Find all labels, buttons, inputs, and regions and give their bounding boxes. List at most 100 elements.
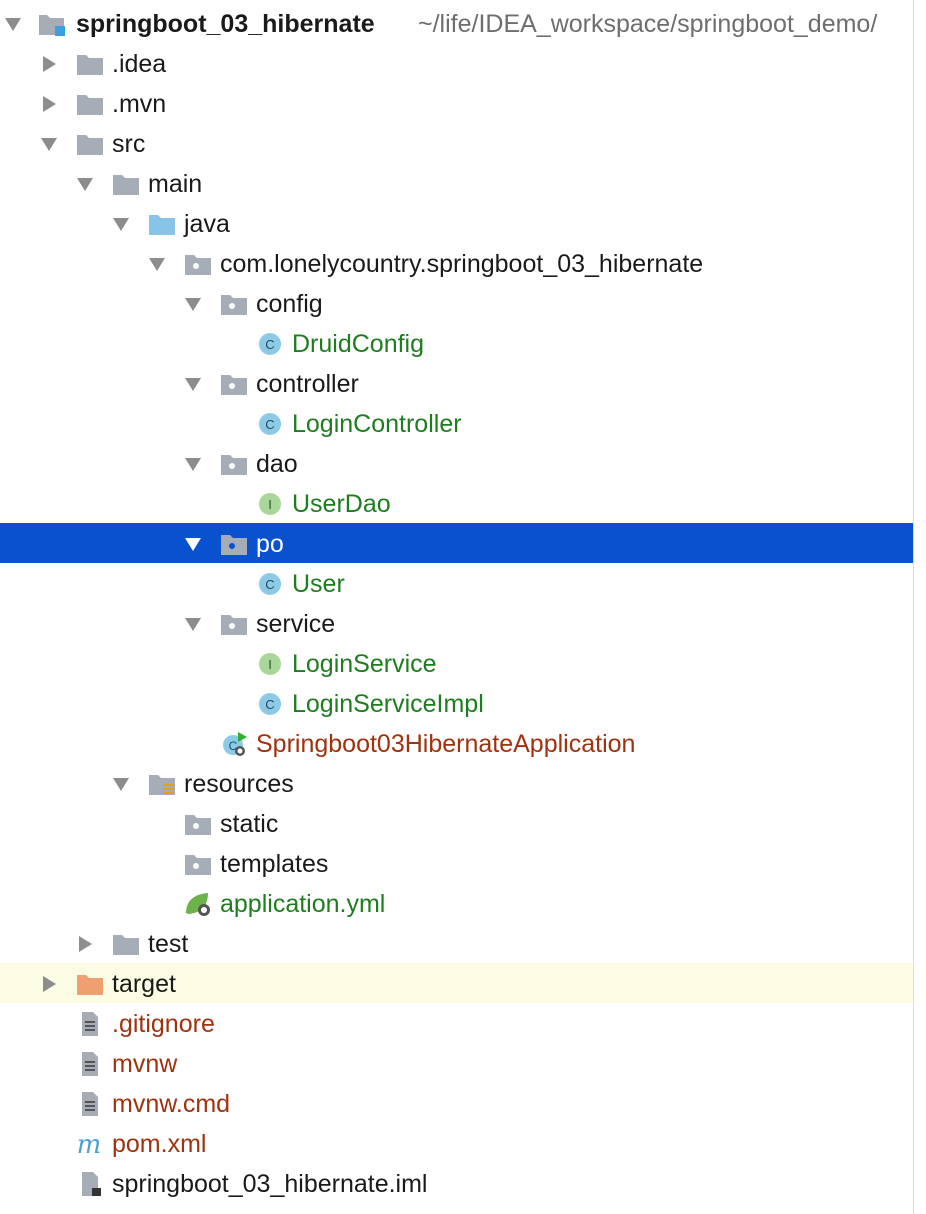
- text-file-icon: [76, 1011, 104, 1037]
- expand-arrow-icon[interactable]: [184, 455, 202, 473]
- class-icon: C: [256, 331, 284, 357]
- expand-arrow-icon[interactable]: [184, 375, 202, 393]
- tree-row-root-package[interactable]: com.lonelycountry.springboot_03_hibernat…: [0, 243, 913, 283]
- collapsed-arrow-icon[interactable]: [40, 975, 58, 993]
- tree-row-userdao[interactable]: I UserDao: [0, 483, 913, 523]
- tree-row-controller[interactable]: controller: [0, 363, 913, 403]
- excluded-folder-icon: [76, 971, 104, 997]
- tree-label: target: [112, 970, 176, 998]
- tree-row-idea[interactable]: .idea: [0, 43, 913, 83]
- tree-row-src[interactable]: src: [0, 123, 913, 163]
- text-file-icon: [76, 1051, 104, 1077]
- tree-label: test: [148, 930, 189, 958]
- tree-label: com.lonelycountry.springboot_03_hibernat…: [220, 250, 704, 278]
- package-icon: [220, 371, 248, 397]
- collapsed-arrow-icon[interactable]: [76, 935, 94, 953]
- tree-row-test[interactable]: test: [0, 923, 913, 963]
- tree-row-pom[interactable]: m pom.xml: [0, 1123, 913, 1163]
- tree-row-mvn[interactable]: .mvn: [0, 83, 913, 123]
- tree-row-application-class[interactable]: C Springboot03HibernateApplication: [0, 723, 913, 763]
- expand-arrow-icon[interactable]: [4, 15, 22, 33]
- svg-text:I: I: [268, 497, 272, 512]
- tree-row-mvnw[interactable]: mvnw: [0, 1043, 913, 1083]
- expand-arrow-icon[interactable]: [112, 775, 130, 793]
- package-icon: [184, 811, 212, 837]
- tree-row-dao[interactable]: dao: [0, 443, 913, 483]
- folder-icon: [112, 171, 140, 197]
- tree-row-gitignore[interactable]: .gitignore: [0, 1003, 913, 1043]
- tree-row-config[interactable]: config: [0, 283, 913, 323]
- tree-row-mvnw-cmd[interactable]: mvnw.cmd: [0, 1083, 913, 1123]
- folder-icon: [112, 931, 140, 957]
- svg-text:C: C: [265, 577, 274, 592]
- expand-arrow-icon[interactable]: [112, 215, 130, 233]
- source-folder-icon: [148, 211, 176, 237]
- project-tree: springboot_03_hibernate ~/life/IDEA_work…: [0, 0, 926, 1214]
- tree-label: application.yml: [220, 890, 386, 918]
- tree-row-logincontroller[interactable]: C LoginController: [0, 403, 913, 443]
- svg-text:I: I: [268, 657, 272, 672]
- interface-icon: I: [256, 491, 284, 517]
- tree-label: LoginServiceImpl: [292, 690, 484, 718]
- tree-label: resources: [184, 770, 294, 798]
- class-icon: C: [256, 691, 284, 717]
- expand-arrow-icon[interactable]: [184, 535, 202, 553]
- tree-label: UserDao: [292, 490, 391, 518]
- package-icon: [220, 531, 248, 557]
- tree-label: User: [292, 570, 345, 598]
- tree-row-static[interactable]: static: [0, 803, 913, 843]
- folder-icon: [76, 91, 104, 117]
- tree-row-main[interactable]: main: [0, 163, 913, 203]
- spring-config-icon: [184, 891, 212, 917]
- tree-label: .idea: [112, 50, 167, 78]
- svg-text:m: m: [77, 1131, 102, 1157]
- module-folder-icon: [38, 11, 66, 37]
- class-icon: C: [256, 571, 284, 597]
- tree-row-resources[interactable]: resources: [0, 763, 913, 803]
- collapsed-arrow-icon[interactable]: [40, 55, 58, 73]
- tree-row-druidconfig[interactable]: C DruidConfig: [0, 323, 913, 363]
- svg-text:C: C: [265, 417, 274, 432]
- tree-label: main: [148, 170, 203, 198]
- tree-label: mvnw.cmd: [112, 1090, 231, 1118]
- tree-row-loginserviceimpl[interactable]: C LoginServiceImpl: [0, 683, 913, 723]
- expand-arrow-icon[interactable]: [148, 255, 166, 273]
- package-icon: [220, 451, 248, 477]
- tree-row-templates[interactable]: templates: [0, 843, 913, 883]
- tree-label: .mvn: [112, 90, 167, 118]
- package-icon: [220, 291, 248, 317]
- iml-file-icon: [76, 1171, 104, 1197]
- tree-label: LoginController: [292, 410, 462, 438]
- tree-label: java: [184, 210, 230, 238]
- package-icon: [220, 611, 248, 637]
- expand-arrow-icon[interactable]: [184, 615, 202, 633]
- class-icon: C: [256, 411, 284, 437]
- project-name: springboot_03_hibernate: [76, 10, 375, 38]
- expand-arrow-icon[interactable]: [76, 175, 94, 193]
- svg-text:C: C: [265, 697, 274, 712]
- tree-row-application-yml[interactable]: application.yml: [0, 883, 913, 923]
- tree-label: LoginService: [292, 650, 437, 678]
- tree-label: service: [256, 610, 336, 638]
- tree-label: po: [256, 530, 284, 558]
- tree-label: mvnw: [112, 1050, 178, 1078]
- tree-label: Springboot03HibernateApplication: [256, 730, 636, 758]
- tree-row-loginservice[interactable]: I LoginService: [0, 643, 913, 683]
- tree-row-iml[interactable]: springboot_03_hibernate.iml: [0, 1163, 913, 1203]
- tree-row-project-root[interactable]: springboot_03_hibernate ~/life/IDEA_work…: [0, 3, 913, 43]
- tree-label: controller: [256, 370, 359, 398]
- tree-row-service[interactable]: service: [0, 603, 913, 643]
- tree-row-user[interactable]: C User: [0, 563, 913, 603]
- collapsed-arrow-icon[interactable]: [40, 95, 58, 113]
- tree-row-po[interactable]: po: [0, 523, 913, 563]
- folder-icon: [76, 51, 104, 77]
- tree-label: static: [220, 810, 279, 838]
- tree-row-java[interactable]: java: [0, 203, 913, 243]
- interface-icon: I: [256, 651, 284, 677]
- panel-border: [913, 0, 914, 1214]
- text-file-icon: [76, 1091, 104, 1117]
- tree-row-target[interactable]: target: [0, 963, 913, 1003]
- expand-arrow-icon[interactable]: [40, 135, 58, 153]
- expand-arrow-icon[interactable]: [184, 295, 202, 313]
- folder-icon: [76, 131, 104, 157]
